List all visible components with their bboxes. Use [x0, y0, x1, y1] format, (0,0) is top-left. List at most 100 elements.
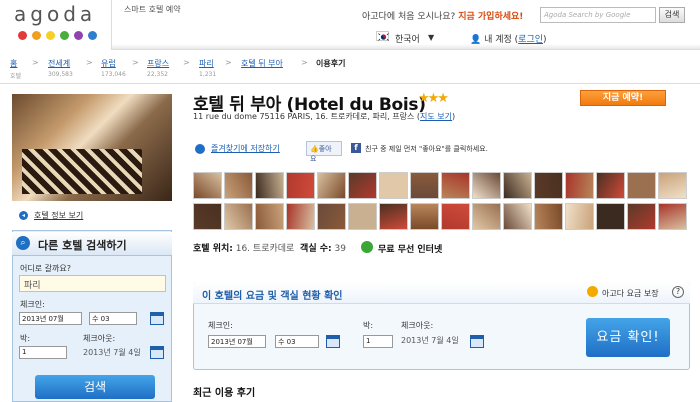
destination-label: 어디로 갈까요?: [20, 264, 71, 273]
location-label: 호텔 위치:: [193, 244, 233, 254]
logo-dot-red: [18, 31, 27, 40]
site-search-input[interactable]: Agoda Search by Google: [540, 7, 656, 23]
rate-nights-label: 박:: [363, 321, 374, 330]
welcome-prefix: 아고다에 처음 오시나요?: [362, 12, 456, 22]
logo-dot-yellow: [46, 31, 55, 40]
photo-thumbnail[interactable]: [596, 203, 625, 230]
checkin-month-select[interactable]: 2013년 07월: [19, 312, 82, 325]
sidebar-search-button[interactable]: 검색: [35, 375, 155, 399]
photo-thumbnail[interactable]: [534, 203, 563, 230]
photo-thumbnail[interactable]: [627, 203, 656, 230]
photo-thumbnail[interactable]: [348, 203, 377, 230]
photo-thumbnail[interactable]: [472, 172, 501, 199]
photo-thumbnail[interactable]: [317, 203, 346, 230]
help-icon[interactable]: ?: [672, 286, 684, 298]
breadcrumb-count: 309,583: [48, 71, 73, 78]
map-link[interactable]: 지도 보기: [420, 112, 452, 121]
language-select[interactable]: 한국어: [395, 32, 420, 45]
breadcrumb-separator: >: [225, 58, 232, 67]
signup-link[interactable]: 지금 가입하세요!: [458, 12, 523, 22]
photo-thumbnail[interactable]: [379, 172, 408, 199]
rate-nights-select[interactable]: 1: [363, 335, 393, 348]
wifi-icon: [361, 241, 373, 253]
nights-select[interactable]: 1: [19, 346, 67, 359]
photo-thumbnail[interactable]: [658, 203, 687, 230]
rate-checkin-month-select[interactable]: 2013년 07월: [208, 335, 266, 348]
breadcrumb-current: 이용후기: [316, 59, 346, 68]
search-panel-title: 다른 호텔 검색하기: [38, 239, 127, 252]
my-account-label: 내 계정: [484, 35, 512, 45]
calendar-icon[interactable]: [326, 335, 340, 348]
photo-thumbnail[interactable]: [224, 172, 253, 199]
hotel-main-photo[interactable]: [12, 94, 172, 201]
photo-thumbnail[interactable]: [410, 203, 439, 230]
breadcrumb-home[interactable]: 홈: [10, 58, 17, 69]
breadcrumb-france[interactable]: 프랑스: [147, 58, 169, 69]
breadcrumb-separator: >: [183, 58, 190, 67]
bed-graphic: [22, 149, 142, 194]
price-guarantee-text[interactable]: 아고다 요금 보장: [602, 288, 659, 299]
destination-input[interactable]: 파리: [19, 275, 166, 292]
agoda-logo[interactable]: agoda: [0, 0, 112, 50]
checkin-day-select[interactable]: 수 03: [89, 312, 137, 325]
rooms-value: 39: [334, 244, 346, 254]
hotel-info-link[interactable]: 호텔 정보 보기: [34, 210, 83, 221]
rate-checkout-label: 체크아웃:: [401, 321, 434, 330]
breadcrumb-count: 1,231: [199, 71, 217, 78]
breadcrumb-count: 173,046: [101, 71, 126, 78]
breadcrumb-europe[interactable]: 유럽: [101, 58, 116, 69]
chevron-down-icon[interactable]: ▼: [428, 33, 434, 42]
photo-thumbnail[interactable]: [472, 203, 501, 230]
login-link[interactable]: 로그인: [518, 35, 543, 45]
photo-thumbnail[interactable]: [627, 172, 656, 199]
photo-thumbnail[interactable]: [379, 203, 408, 230]
save-favorite-link[interactable]: 즐겨찾기에 저장하기: [211, 143, 280, 154]
site-search-button[interactable]: 검색: [659, 7, 685, 23]
logo-dot-blue: [88, 31, 97, 40]
calendar-icon[interactable]: [150, 346, 164, 359]
breadcrumb-hotel[interactable]: 호텔 뒤 부아: [241, 58, 283, 69]
rate-checkin-day-select[interactable]: 수 03: [275, 335, 319, 348]
user-icon: 👤: [470, 35, 482, 45]
rooms-label: 객실 수:: [300, 244, 332, 254]
photo-thumbnail[interactable]: [503, 203, 532, 230]
book-now-button[interactable]: 지금 예약!: [580, 90, 666, 106]
photo-thumbnail[interactable]: [441, 172, 470, 199]
breadcrumb: 홈 호텔 > 전세계 309,583 > 유럽 173,046 > 프랑스 22…: [0, 54, 700, 84]
recent-reviews-heading: 최근 이용 후기: [193, 388, 256, 399]
photo-thumbnail[interactable]: [348, 172, 377, 199]
photo-thumbnail[interactable]: [596, 172, 625, 199]
check-badge-icon: [587, 286, 598, 297]
photo-thumbnail[interactable]: [255, 172, 284, 199]
photo-thumbnail[interactable]: [534, 172, 563, 199]
check-rates-button[interactable]: 요금 확인!: [586, 318, 670, 357]
photo-thumbnail[interactable]: [224, 203, 253, 230]
photo-thumbnail[interactable]: [410, 172, 439, 199]
search-panel-header: 다른 호텔 검색하기: [12, 232, 172, 256]
photo-thumbnail[interactable]: [503, 172, 532, 199]
photo-thumbnail[interactable]: [658, 172, 687, 199]
photo-thumbnail[interactable]: [286, 172, 315, 199]
breadcrumb-count: 호텔: [10, 73, 22, 80]
breadcrumb-separator: >: [32, 58, 39, 67]
facebook-like-button[interactable]: 👍좋아요: [306, 141, 342, 163]
breadcrumb-world[interactable]: 전세계: [48, 58, 70, 69]
photo-thumbnail[interactable]: [286, 203, 315, 230]
photo-thumbnail[interactable]: [317, 172, 346, 199]
photo-thumbnail[interactable]: [565, 203, 594, 230]
photo-thumbnail[interactable]: [193, 203, 222, 230]
calendar-icon[interactable]: [470, 335, 484, 348]
arrow-left-icon: ◂: [19, 211, 28, 220]
calendar-icon[interactable]: [150, 312, 164, 325]
photo-thumbnail[interactable]: [441, 203, 470, 230]
photo-thumbnail[interactable]: [193, 172, 222, 199]
breadcrumb-paris[interactable]: 파리: [199, 58, 214, 69]
photo-thumbnail[interactable]: [565, 172, 594, 199]
location-value: 16. 트로카데로: [235, 244, 295, 254]
facebook-text: 친구 중 제일 먼저 "좋아요"를 클릭하세요.: [365, 145, 488, 153]
logo-dot-green: [60, 31, 69, 40]
photo-thumbnail[interactable]: [255, 203, 284, 230]
address-text: 11 rue du dome 75116 PARIS, 16. 트로카데로, 파…: [193, 112, 415, 121]
logo-text: agoda: [14, 2, 97, 26]
facebook-icon: f: [351, 143, 361, 153]
